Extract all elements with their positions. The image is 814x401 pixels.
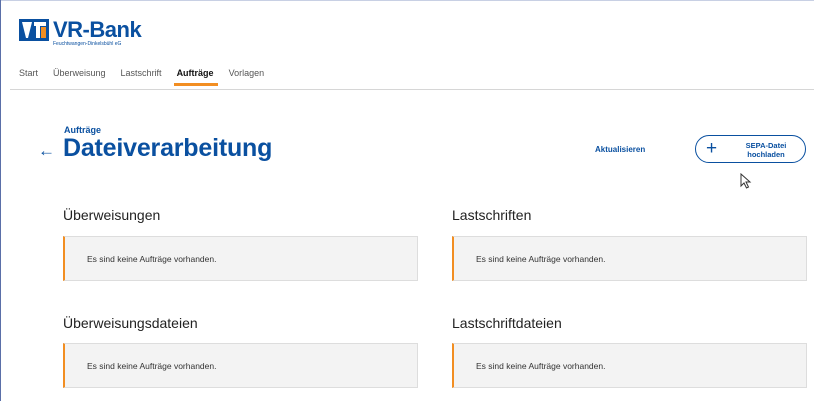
window-top-border (0, 0, 814, 1)
nav-item-lastschrift[interactable]: Lastschrift (121, 66, 162, 88)
brand-subtitle: Feuchtwangen-Dinkelsbühl eG (53, 41, 122, 47)
nav-divider (10, 89, 814, 90)
nav-item-start[interactable]: Start (19, 66, 38, 88)
window-left-border (0, 0, 1, 401)
empty-message: Es sind keine Aufträge vorhanden. (476, 361, 606, 371)
section-title-ueberweisungsdateien: Überweisungsdateien (63, 315, 198, 331)
refresh-button[interactable]: Aktualisieren (595, 145, 645, 154)
empty-state-lastschriften: Es sind keine Aufträge vorhanden. (452, 236, 807, 281)
section-title-ueberweisungen: Überweisungen (63, 207, 161, 223)
empty-message: Es sind keine Aufträge vorhanden. (87, 361, 217, 371)
empty-state-ueberweisungen: Es sind keine Aufträge vorhanden. (63, 236, 418, 281)
page-title: Dateiverarbeitung (63, 134, 273, 162)
section-title-lastschriftdateien: Lastschriftdateien (452, 315, 562, 331)
brand-logo[interactable]: VR-Bank Feuchtwangen-Dinkelsbühl eG (19, 17, 142, 47)
main-navigation: Start Überweisung Lastschrift Aufträge V… (19, 66, 279, 88)
vr-bank-logo-icon (19, 19, 49, 41)
empty-state-lastschriftdateien: Es sind keine Aufträge vorhanden. (452, 343, 807, 388)
brand-name: VR-Bank (53, 17, 142, 42)
upload-sepa-file-button[interactable]: + SEPA-Datei hochladen (695, 135, 806, 163)
mouse-cursor-icon (740, 173, 752, 189)
arrow-left-icon[interactable]: ← (38, 141, 55, 161)
nav-item-auftraege[interactable]: Aufträge (173, 66, 218, 88)
empty-message: Es sind keine Aufträge vorhanden. (476, 254, 606, 264)
nav-item-ueberweisung[interactable]: Überweisung (53, 66, 106, 88)
upload-label-line1: SEPA-Datei (745, 141, 787, 150)
upload-label-line2: hochladen (747, 150, 785, 159)
section-title-lastschriften: Lastschriften (452, 207, 532, 223)
empty-message: Es sind keine Aufträge vorhanden. (87, 254, 217, 264)
empty-state-ueberweisungsdateien: Es sind keine Aufträge vorhanden. (63, 343, 418, 388)
nav-item-vorlagen[interactable]: Vorlagen (229, 66, 265, 88)
upload-button-label: SEPA-Datei hochladen (730, 141, 802, 159)
plus-icon: + (706, 138, 718, 159)
